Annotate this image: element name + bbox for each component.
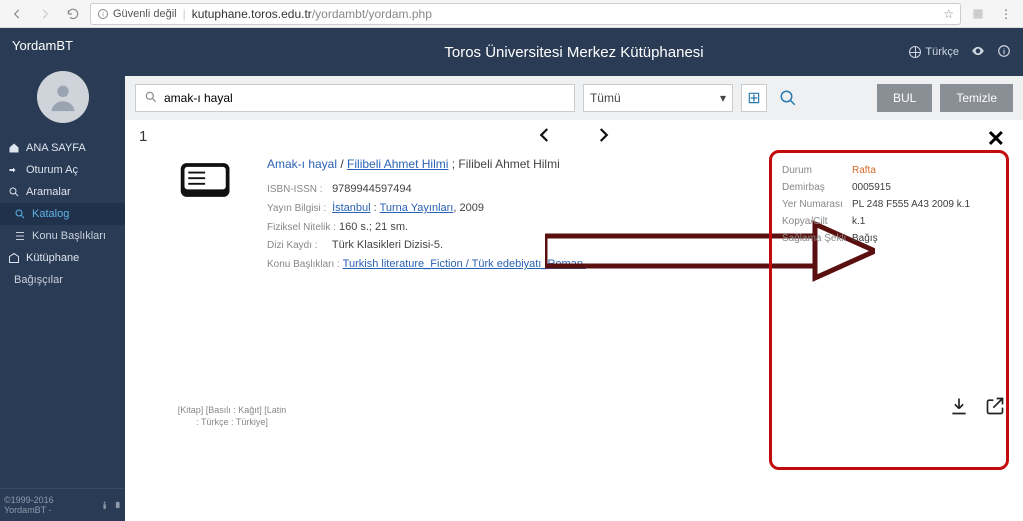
nav-login-label: Oturum Aç xyxy=(26,164,78,176)
download-icon[interactable] xyxy=(949,396,969,421)
record-title: Amak-ı hayal / Filibeli Ahmet Hilmi ; Fi… xyxy=(267,154,593,174)
nav-library-label: Kütüphane xyxy=(26,252,79,264)
search-icon xyxy=(14,208,26,220)
acquisition-value: Bağış xyxy=(852,233,878,244)
call-number-value: PL 248 F555 A43 2009 k.1 xyxy=(852,199,970,210)
eye-icon[interactable] xyxy=(971,44,985,61)
close-button[interactable]: ✕ xyxy=(987,126,1005,152)
result-count: 1 xyxy=(139,128,157,513)
book-icon xyxy=(177,154,247,214)
nav-donors[interactable]: Bağışçılar xyxy=(0,269,125,291)
search-input-wrap xyxy=(135,84,575,112)
nav-donors-label: Bağışçılar xyxy=(14,274,63,286)
status-value: Rafta xyxy=(852,165,876,176)
nav-library[interactable]: Kütüphane xyxy=(0,247,125,269)
nav-searches-label: Aramalar xyxy=(26,186,71,198)
content-area: 1 ✕ Amak-ı hayal / Filibeli Ahmet Hilmi … xyxy=(125,120,1023,521)
brand-logo[interactable]: YordamBT xyxy=(0,28,125,63)
advanced-search-icon[interactable] xyxy=(775,84,801,112)
header-bar: Toros Üniversitesi Merkez Kütüphanesi Tü… xyxy=(125,28,1023,76)
author-link[interactable]: Filibeli Ahmet Hilmi xyxy=(347,157,448,171)
svg-text:i: i xyxy=(1003,46,1005,55)
info-icon[interactable]: i xyxy=(997,44,1011,61)
next-button[interactable] xyxy=(594,126,612,149)
nav-catalog-label: Katalog xyxy=(32,208,69,220)
nav-home[interactable]: ANA SAYFA xyxy=(0,137,125,159)
svg-text:i: i xyxy=(102,11,104,18)
prev-button[interactable] xyxy=(536,126,554,149)
nav-subjects-label: Konu Başlıkları xyxy=(32,230,106,242)
nav-subjects[interactable]: Konu Başlıkları xyxy=(0,225,125,247)
language-switch[interactable]: Türkçe xyxy=(909,46,959,58)
title-link-1[interactable]: Amak-ı hayal xyxy=(267,157,337,171)
nav-login[interactable]: Oturum Aç xyxy=(0,159,125,181)
sidebar-footer: ©1999-2016 YordamBT - xyxy=(0,488,125,521)
library-icon xyxy=(8,252,20,264)
login-icon xyxy=(8,164,20,176)
address-bar[interactable]: iGüvenli değil | kutuphane.toros.edu.tr/… xyxy=(90,3,961,25)
pub-place-link[interactable]: İstanbul xyxy=(332,202,371,214)
holdings-panel: DurumRafta Demirbaş0005915 Yer NumarasıP… xyxy=(769,150,1009,470)
browser-menu-icon[interactable]: ⋮ xyxy=(995,3,1017,25)
profile-icon[interactable] xyxy=(967,3,989,25)
globe-icon xyxy=(909,46,921,58)
chevron-down-icon: ▾ xyxy=(720,91,726,105)
sidebar: YordamBT ANA SAYFA Oturum Aç Aramalar Ka… xyxy=(0,28,125,521)
record-tags: [Kitap] [Basılı : Kağıt] [Latin : Türkçe… xyxy=(177,404,287,429)
add-filter-icon[interactable]: ⊞ xyxy=(741,84,767,112)
find-button[interactable]: BUL xyxy=(877,84,932,112)
nav-catalog[interactable]: Katalog xyxy=(0,203,125,225)
list-icon xyxy=(14,230,26,242)
home-icon xyxy=(8,142,20,154)
pager xyxy=(536,126,612,149)
reload-button[interactable] xyxy=(62,3,84,25)
search-icon xyxy=(8,186,20,198)
url-text: kutuphane.toros.edu.tr/yordambt/yordam.p… xyxy=(192,7,432,21)
back-button[interactable] xyxy=(6,3,28,25)
page-title: Toros Üniversitesi Merkez Kütüphanesi xyxy=(444,44,703,61)
clear-button[interactable]: Temizle xyxy=(940,84,1013,112)
inventory-value: 0005915 xyxy=(852,182,891,193)
bookmark-star-icon[interactable]: ☆ xyxy=(943,7,954,21)
search-icon xyxy=(144,90,158,107)
browser-toolbar: iGüvenli değil | kutuphane.toros.edu.tr/… xyxy=(0,0,1023,28)
forward-button[interactable] xyxy=(34,3,56,25)
avatar[interactable] xyxy=(37,71,89,123)
search-bar: Tümü▾ ⊞ BUL Temizle xyxy=(125,76,1023,120)
nav-home-label: ANA SAYFA xyxy=(26,142,86,154)
copy-value: k.1 xyxy=(852,216,865,227)
nav-searches[interactable]: Aramalar xyxy=(0,181,125,203)
result-item: Amak-ı hayal / Filibeli Ahmet Hilmi ; Fi… xyxy=(177,154,593,274)
search-input[interactable] xyxy=(164,91,566,105)
publisher-link[interactable]: Turna Yayınları xyxy=(380,202,454,214)
isbn-value: 9789944597494 xyxy=(332,183,412,195)
share-icon[interactable] xyxy=(985,396,1005,421)
insecure-badge: iGüvenli değil xyxy=(97,8,177,20)
scope-select[interactable]: Tümü▾ xyxy=(583,84,733,112)
